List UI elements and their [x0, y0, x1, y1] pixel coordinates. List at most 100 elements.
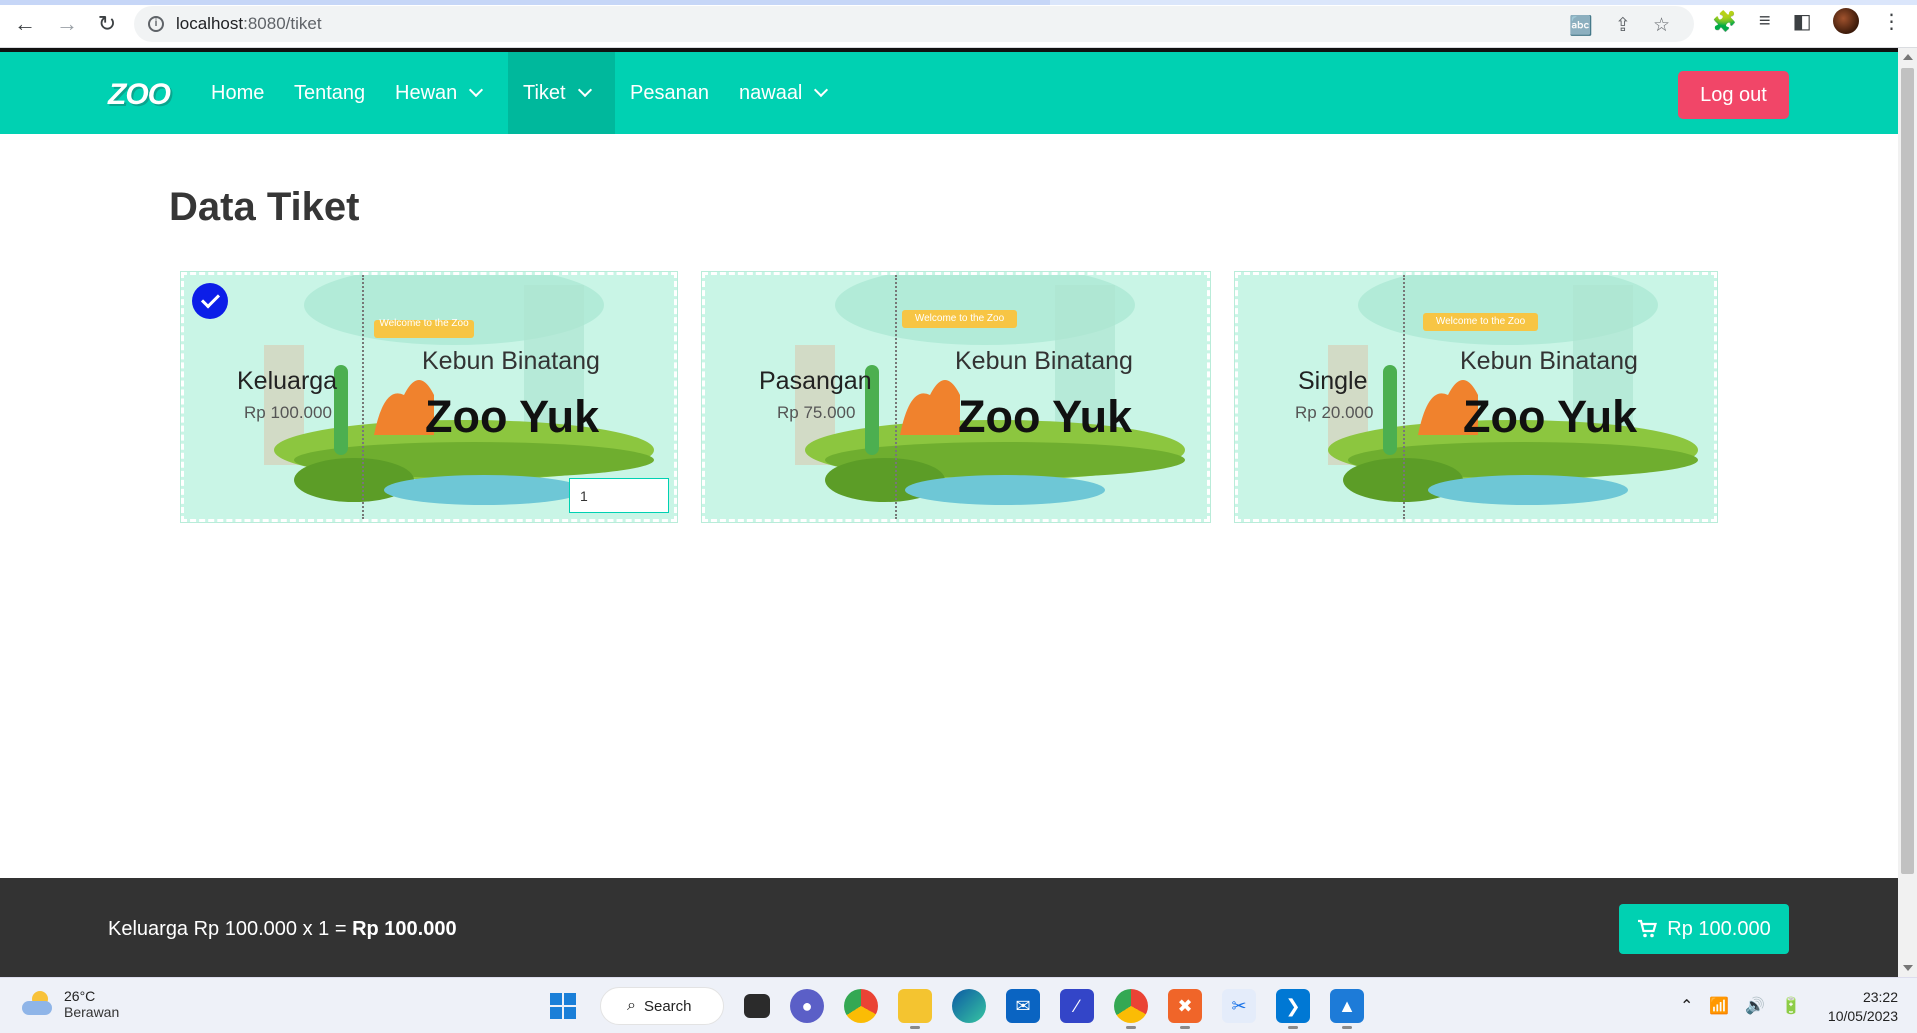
ticket-brand: Zoo Yuk [425, 391, 600, 442]
zoo-logo[interactable]: ZOO [108, 78, 171, 112]
chevron-down-icon [469, 82, 484, 98]
snipping-tool-icon[interactable]: ✂ [1222, 989, 1256, 1023]
scroll-thumb[interactable] [1901, 68, 1914, 874]
ticket-price: Rp 75.000 [777, 403, 856, 422]
clock-time: 23:22 [1862, 989, 1898, 1005]
ticket-type: Single [1298, 367, 1368, 395]
edge-icon[interactable] [952, 989, 986, 1023]
nav-hewan-label: Hewan [395, 81, 458, 104]
chevron-down-icon [814, 82, 829, 98]
search-label: Search [643, 997, 692, 1015]
page-title: Data Tiket [169, 185, 360, 229]
chevron-up-icon[interactable]: ⌃ [1680, 996, 1693, 1016]
cloudy-weather-icon [20, 991, 54, 1017]
ticket-banner: Welcome to the Zoo [914, 313, 1005, 324]
ticket-type: Pasangan [759, 367, 872, 395]
nav-tiket-dropdown[interactable]: Tiket [508, 52, 615, 134]
summary-total: Rp 100.000 [352, 918, 457, 940]
order-summary-text: Keluarga Rp 100.000 x 1 = Rp 100.000 [108, 918, 457, 941]
ticket-price: Rp 100.000 [244, 403, 332, 422]
ticket-subtitle: Kebun Binatang [955, 347, 1133, 375]
search-icon: ⌕ [627, 997, 636, 1014]
logout-button[interactable]: Log out [1678, 71, 1789, 119]
menu-kebab-icon[interactable]: ⋮ [1881, 9, 1901, 34]
photos-icon[interactable]: ▲ [1330, 989, 1364, 1029]
checkout-button[interactable]: Rp 100.000 [1619, 904, 1789, 954]
summary-line: Keluarga Rp 100.000 x 1 = [108, 918, 353, 940]
browser-toolbar: ← → ↻ i localhost:8080/tiket 🔤 ⇪ ☆ 🧩 ≡ ◧… [0, 0, 1917, 48]
clock-date: 10/05/2023 [1827, 1008, 1898, 1024]
checkout-amount: Rp 100.000 [1667, 917, 1771, 940]
ticket-stub-divider [1403, 275, 1405, 519]
nav-home[interactable]: Home [199, 52, 276, 134]
translate-icon[interactable]: 🔤 [1569, 14, 1593, 38]
order-summary-bar: Keluarga Rp 100.000 x 1 = Rp 100.000 Rp … [0, 878, 1898, 977]
ticket-card-keluarga[interactable]: Welcome to the Zoo Keluarga Rp 100.000 K… [180, 271, 678, 523]
scroll-down-icon[interactable] [1903, 965, 1913, 971]
bookmark-star-icon[interactable]: ☆ [1653, 14, 1670, 38]
weather-temperature: 26°C [64, 988, 96, 1004]
ticket-card-pasangan[interactable]: Welcome to the Zoo Pasangan Rp 75.000 Ke… [701, 271, 1211, 523]
reload-icon[interactable]: ↻ [92, 9, 122, 39]
share-icon[interactable]: ⇪ [1615, 14, 1631, 38]
ticket-banner: Welcome to the Zoo [1435, 316, 1526, 327]
nav-user-dropdown[interactable]: nawaal [727, 52, 838, 134]
ticket-price: Rp 20.000 [1295, 403, 1374, 422]
scroll-up-icon[interactable] [1903, 54, 1913, 60]
nav-tentang[interactable]: Tentang [282, 52, 377, 134]
side-panel-icon[interactable]: ◧ [1793, 9, 1812, 34]
forward-icon[interactable]: → [52, 9, 82, 39]
nav-hewan-dropdown[interactable]: Hewan [383, 52, 493, 134]
selected-check-icon [192, 283, 228, 319]
xampp-icon[interactable]: ✖ [1168, 989, 1202, 1029]
chrome-icon[interactable] [844, 989, 878, 1023]
ticket-stub-divider [362, 275, 364, 519]
task-view-icon[interactable] [744, 994, 770, 1018]
url-path: :8080/tiket [243, 14, 322, 33]
ticket-subtitle: Kebun Binatang [422, 347, 600, 375]
cart-icon [1638, 919, 1658, 938]
volume-icon[interactable]: 🔊 [1745, 996, 1765, 1016]
nav-home-label: Home [211, 81, 265, 104]
weather-condition: Berawan [64, 1004, 120, 1020]
weather-widget[interactable]: 26°C Berawan [20, 988, 119, 1020]
ticket-card-single[interactable]: Welcome to the Zoo Single Rp 20.000 Kebu… [1234, 271, 1718, 523]
ticket-subtitle: Kebun Binatang [1460, 347, 1638, 375]
taskbar-clock[interactable]: 23:22 10/05/2023 [1808, 988, 1898, 1026]
quantity-input[interactable]: 1 [569, 478, 669, 513]
address-bar[interactable]: i localhost:8080/tiket 🔤 ⇪ ☆ [134, 6, 1694, 42]
teams-chat-icon[interactable]: ● [790, 989, 824, 1023]
back-icon[interactable]: ← [10, 9, 40, 39]
loading-bar [0, 0, 1917, 5]
nav-user-label: nawaal [739, 81, 803, 104]
ticket-art-layer [1328, 275, 1698, 505]
mail-icon[interactable]: ✉ [1006, 989, 1040, 1023]
profile-avatar[interactable] [1833, 8, 1860, 34]
battery-icon[interactable]: 🔋 [1781, 996, 1801, 1016]
nav-pesanan[interactable]: Pesanan [618, 52, 721, 134]
nav-pesanan-label: Pesanan [630, 81, 709, 104]
site-info-icon[interactable]: i [148, 16, 164, 32]
wifi-icon[interactable]: 📶 [1709, 996, 1729, 1016]
ticket-stub-divider [895, 275, 897, 519]
taskbar-search[interactable]: ⌕ Search [600, 987, 724, 1025]
extensions-icon[interactable]: 🧩 [1712, 9, 1737, 34]
nav-tentang-label: Tentang [294, 81, 366, 104]
ticket-brand: Zoo Yuk [958, 391, 1133, 442]
windows-taskbar: 26°C Berawan ⌕ Search ● ✉ ∕ ✖ ✂ ❯ ▲ ⌃ 📶 … [0, 977, 1917, 1033]
windows-start-icon[interactable] [546, 989, 580, 1023]
url-host: localhost [176, 14, 244, 33]
nav-tiket-label: Tiket [523, 81, 566, 104]
chevron-down-icon [577, 82, 592, 98]
file-explorer-icon[interactable] [898, 989, 932, 1029]
site-navbar: ZOO Home Tentang Hewan Tiket Pesanan naw… [0, 48, 1898, 134]
reading-list-icon[interactable]: ≡ [1759, 10, 1771, 33]
page-scrollbar[interactable] [1898, 48, 1917, 977]
ticket-type: Keluarga [237, 367, 338, 395]
chrome-profile-icon[interactable] [1114, 989, 1148, 1029]
ticket-banner: Welcome to the Zoo [379, 318, 469, 329]
url-text: localhost:8080/tiket [176, 14, 322, 34]
vscode-icon[interactable]: ❯ [1276, 989, 1310, 1029]
system-tray: ⌃ 📶 🔊 🔋 [1680, 996, 1801, 1016]
app-icon[interactable]: ∕ [1060, 989, 1094, 1023]
